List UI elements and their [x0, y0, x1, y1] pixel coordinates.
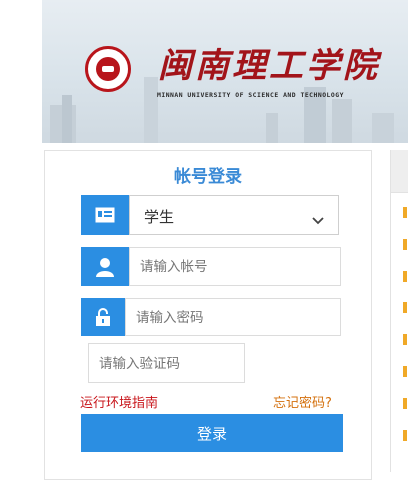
- user-icon: [81, 247, 129, 286]
- bullet-icon: [403, 430, 407, 441]
- bullet-icon: [403, 398, 407, 409]
- bullet-icon: [403, 334, 407, 345]
- login-button[interactable]: 登录: [81, 414, 343, 452]
- university-name-en: MINNAN UNIVERSITY OF SCIENCE AND TECHNOL…: [157, 91, 344, 99]
- captcha-input[interactable]: [88, 343, 245, 383]
- role-select[interactable]: 学生: [129, 195, 339, 235]
- password-input[interactable]: [125, 298, 341, 336]
- bullet-icon: [403, 302, 407, 313]
- bullet-icon: [403, 207, 407, 218]
- forgot-password-link[interactable]: 忘记密码?: [273, 392, 332, 411]
- notice-panel-header: [391, 150, 408, 193]
- username-input[interactable]: [129, 247, 341, 286]
- building-silhouette: [332, 99, 352, 143]
- building-silhouette: [266, 113, 278, 143]
- building-silhouette: [62, 95, 72, 143]
- login-title: 帐号登录: [174, 167, 242, 187]
- env-guide-link[interactable]: 运行环境指南: [80, 392, 158, 411]
- bullet-icon: [403, 366, 407, 377]
- bullet-icon: [403, 239, 407, 250]
- university-name: 闽南理工学院: [158, 46, 380, 86]
- building-silhouette: [144, 77, 158, 143]
- id-card-icon: [81, 195, 129, 235]
- notice-panel: [390, 150, 408, 472]
- role-select-value: 学生: [144, 208, 175, 226]
- lock-icon: [81, 298, 125, 336]
- bullet-icon: [403, 271, 407, 282]
- university-seal-icon: [85, 46, 131, 92]
- chevron-down-icon: [312, 210, 324, 229]
- building-silhouette: [372, 113, 394, 143]
